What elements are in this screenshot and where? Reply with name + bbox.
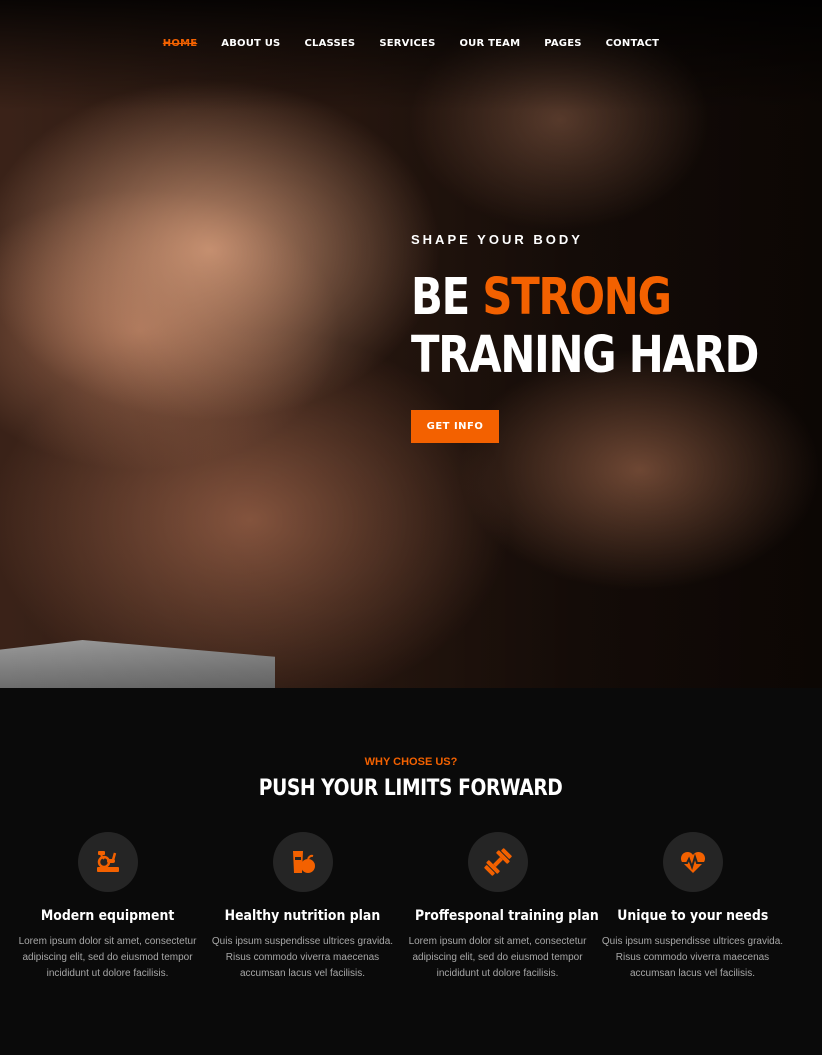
nav-services[interactable]: SERVICES xyxy=(379,38,435,49)
feature-card: Proffesponal training plan Lorem ipsum d… xyxy=(400,832,599,982)
feature-desc: Lorem ipsum dolor sit amet, consectetur … xyxy=(408,936,587,979)
feature-card: Healthy nutrition plan Quis ipsum suspen… xyxy=(205,832,400,982)
feature-title: Modern equipment xyxy=(40,908,175,924)
exercise-bike-icon xyxy=(77,832,138,892)
nav-pages[interactable]: PAGES xyxy=(544,38,581,49)
dumbbell-icon xyxy=(467,832,528,892)
hero-top-shade xyxy=(0,0,822,110)
nav-our-team[interactable]: OUR TEAM xyxy=(459,38,520,49)
feature-title: Proffesponal training plan xyxy=(414,908,599,924)
hero-image-shorts xyxy=(0,640,275,688)
feature-card: Unique to your needs Quis ipsum suspendi… xyxy=(595,832,790,982)
main-nav: HOME ABOUT US CLASSES SERVICES OUR TEAM … xyxy=(0,38,822,49)
section-eyebrow: WHY CHOSE US? xyxy=(364,756,458,768)
feature-title: Healthy nutrition plan xyxy=(224,908,381,924)
get-info-button[interactable]: GET INFO xyxy=(411,410,499,443)
heart-rate-icon xyxy=(662,832,723,892)
feature-desc: Lorem ipsum dolor sit amet, consectetur … xyxy=(18,936,197,979)
headline-be: BE xyxy=(411,268,470,327)
nav-home[interactable]: HOME xyxy=(163,38,197,49)
feature-desc: Quis ipsum suspendisse ultrices gravida.… xyxy=(211,936,394,979)
headline-line2: TRANING HARD xyxy=(411,326,759,385)
features-grid: Modern equipment Lorem ipsum dolor sit a… xyxy=(10,832,790,982)
feature-desc: Quis ipsum suspendisse ultrices gravida.… xyxy=(601,936,784,979)
features-section: WHY CHOSE US? PUSH YOUR LIMITS FORWARD M… xyxy=(0,688,822,1055)
hero-kicker: SHAPE YOUR BODY xyxy=(411,232,583,247)
hero-section: HOME ABOUT US CLASSES SERVICES OUR TEAM … xyxy=(0,0,822,688)
feature-title: Unique to your needs xyxy=(617,908,768,924)
headline-strong: STRONG xyxy=(482,268,672,327)
nav-about-us[interactable]: ABOUT US xyxy=(221,38,280,49)
hero-text: SHAPE YOUR BODY BE STRONG TRANING HARD G… xyxy=(411,232,822,443)
feature-card: Modern equipment Lorem ipsum dolor sit a… xyxy=(10,832,205,982)
nav-classes[interactable]: CLASSES xyxy=(304,38,355,49)
section-title: PUSH YOUR LIMITS FORWARD xyxy=(259,776,563,801)
nutrition-icon xyxy=(272,832,333,892)
hero-headline: BE STRONG TRANING HARD xyxy=(411,268,759,385)
nav-contact[interactable]: CONTACT xyxy=(606,38,660,49)
